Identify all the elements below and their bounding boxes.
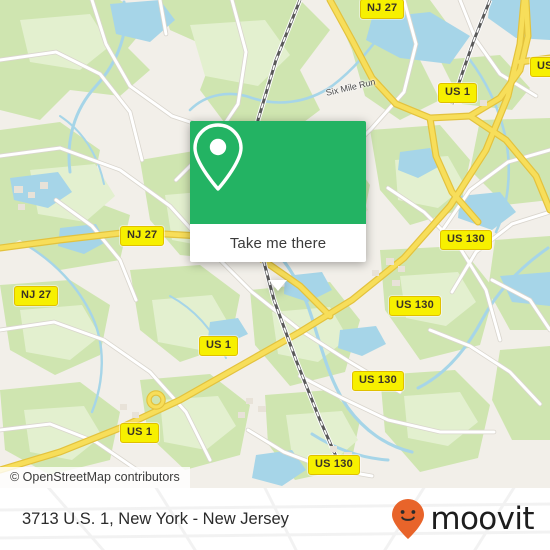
location-popup-card[interactable]: Take me there <box>190 121 366 291</box>
moovit-smiley-pin-icon <box>392 499 425 539</box>
moovit-logo[interactable]: moovit <box>391 488 535 550</box>
shield-us-1-lower[interactable]: US 1 <box>120 423 160 443</box>
shield-us-130-bottom[interactable]: US 130 <box>308 455 360 475</box>
popup-header <box>190 121 366 224</box>
shield-us-1-mid[interactable]: US 1 <box>199 336 239 356</box>
shield-us-130-lower[interactable]: US 130 <box>352 371 404 391</box>
footer-bar: 3713 U.S. 1, New York - New Jersey moovi… <box>0 488 550 550</box>
take-me-there-label: Take me there <box>229 234 327 252</box>
shield-us-130-upper[interactable]: US 130 <box>440 230 492 250</box>
map-pin-icon <box>193 123 243 191</box>
shield-us-130-mid[interactable]: US 130 <box>389 296 441 316</box>
moovit-wordmark: moovit <box>430 500 534 537</box>
address-title: 3713 U.S. 1, New York - New Jersey <box>22 509 289 528</box>
shield-nj-27-left[interactable]: NJ 27 <box>14 286 59 306</box>
map-canvas[interactable]: Six Mile Run NJ 27 US 1 US NJ 27 US 130 … <box>0 0 550 488</box>
shield-us-right-edge[interactable]: US <box>530 57 550 77</box>
shield-us-1-top[interactable]: US 1 <box>438 83 478 103</box>
osm-attribution[interactable]: © OpenStreetMap contributors <box>0 467 190 488</box>
popup-pointer <box>269 280 287 291</box>
shield-nj-27-top[interactable]: NJ 27 <box>360 0 405 19</box>
map-screenshot: Six Mile Run NJ 27 US 1 US NJ 27 US 130 … <box>0 0 550 550</box>
shield-nj-27-mid-left[interactable]: NJ 27 <box>120 226 165 246</box>
popup-action-bar[interactable]: Take me there <box>190 224 366 262</box>
